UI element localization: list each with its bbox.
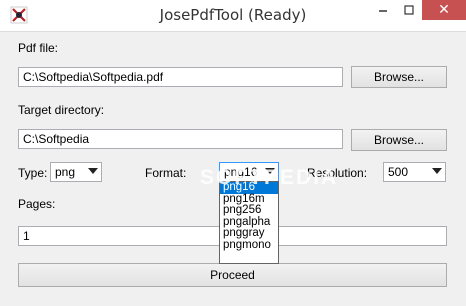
type-select[interactable]: png [50, 162, 102, 182]
type-label: Type: [18, 166, 48, 180]
title-bar: JosePdfTool (Ready) ✕ [0, 0, 466, 32]
minimize-icon [379, 10, 387, 12]
chevron-down-icon [88, 168, 98, 174]
pages-label: Pages: [18, 197, 56, 211]
format-option[interactable]: png16 [220, 181, 278, 194]
target-directory-input[interactable]: C:\Softpedia [18, 129, 343, 149]
format-option[interactable]: pngmono [220, 239, 278, 252]
type-select-value: png [55, 165, 76, 179]
chevron-down-icon [265, 168, 275, 174]
resolution-select-value: 500 [388, 165, 409, 179]
format-dropdown-list: png16 png16m png256 pngalpha pnggray png… [219, 181, 279, 264]
format-select-value: png16 [224, 165, 258, 179]
resolution-select[interactable]: 500 [383, 162, 446, 182]
format-option[interactable]: pnggray [220, 227, 278, 240]
pdf-file-input[interactable]: C:\Softpedia\Softpedia.pdf [18, 67, 343, 87]
resolution-label: Resolution: [307, 166, 368, 180]
pdf-browse-button[interactable]: Browse... [351, 66, 447, 88]
maximize-icon [404, 5, 414, 15]
format-label: Format: [145, 166, 187, 180]
chevron-down-icon [432, 168, 442, 174]
close-icon: ✕ [438, 2, 450, 18]
proceed-button[interactable]: Proceed [18, 263, 447, 287]
pdf-file-label: Pdf file: [18, 41, 59, 55]
close-button[interactable]: ✕ [422, 0, 466, 20]
target-browse-button[interactable]: Browse... [351, 129, 447, 151]
minimize-button[interactable] [370, 0, 396, 21]
maximize-button[interactable] [396, 0, 422, 21]
target-directory-label: Target directory: [18, 103, 105, 117]
format-select[interactable]: png16 [219, 162, 279, 182]
format-option[interactable]: png256 [220, 204, 278, 217]
